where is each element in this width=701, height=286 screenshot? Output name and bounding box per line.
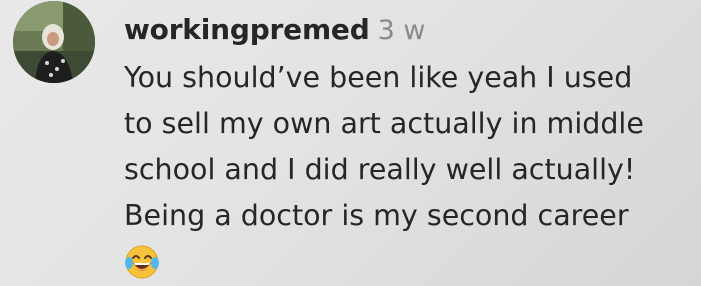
- comment: workingpremed 3 w You should’ve been like…: [0, 0, 701, 286]
- comment-text-line: to sell my own art actually in middle: [124, 107, 644, 140]
- comment-text-line: You should’ve been like yeah I used: [124, 61, 633, 94]
- avatar-photo: [13, 1, 95, 83]
- avatar[interactable]: [13, 1, 95, 83]
- face-with-tears-of-joy-icon: [125, 245, 159, 279]
- comment-text-line: Being a doctor is my second career: [124, 199, 629, 232]
- comment-content: workingpremed 3 w You should’ve been like…: [124, 10, 694, 280]
- comment-text-line: school and I did really well actually!: [124, 153, 636, 186]
- comment-header: workingpremed 3 w: [124, 10, 694, 50]
- username[interactable]: workingpremed: [124, 13, 370, 46]
- comment-text: You should’ve been like yeah I used to s…: [124, 55, 694, 280]
- timestamp[interactable]: 3 w: [378, 15, 426, 46]
